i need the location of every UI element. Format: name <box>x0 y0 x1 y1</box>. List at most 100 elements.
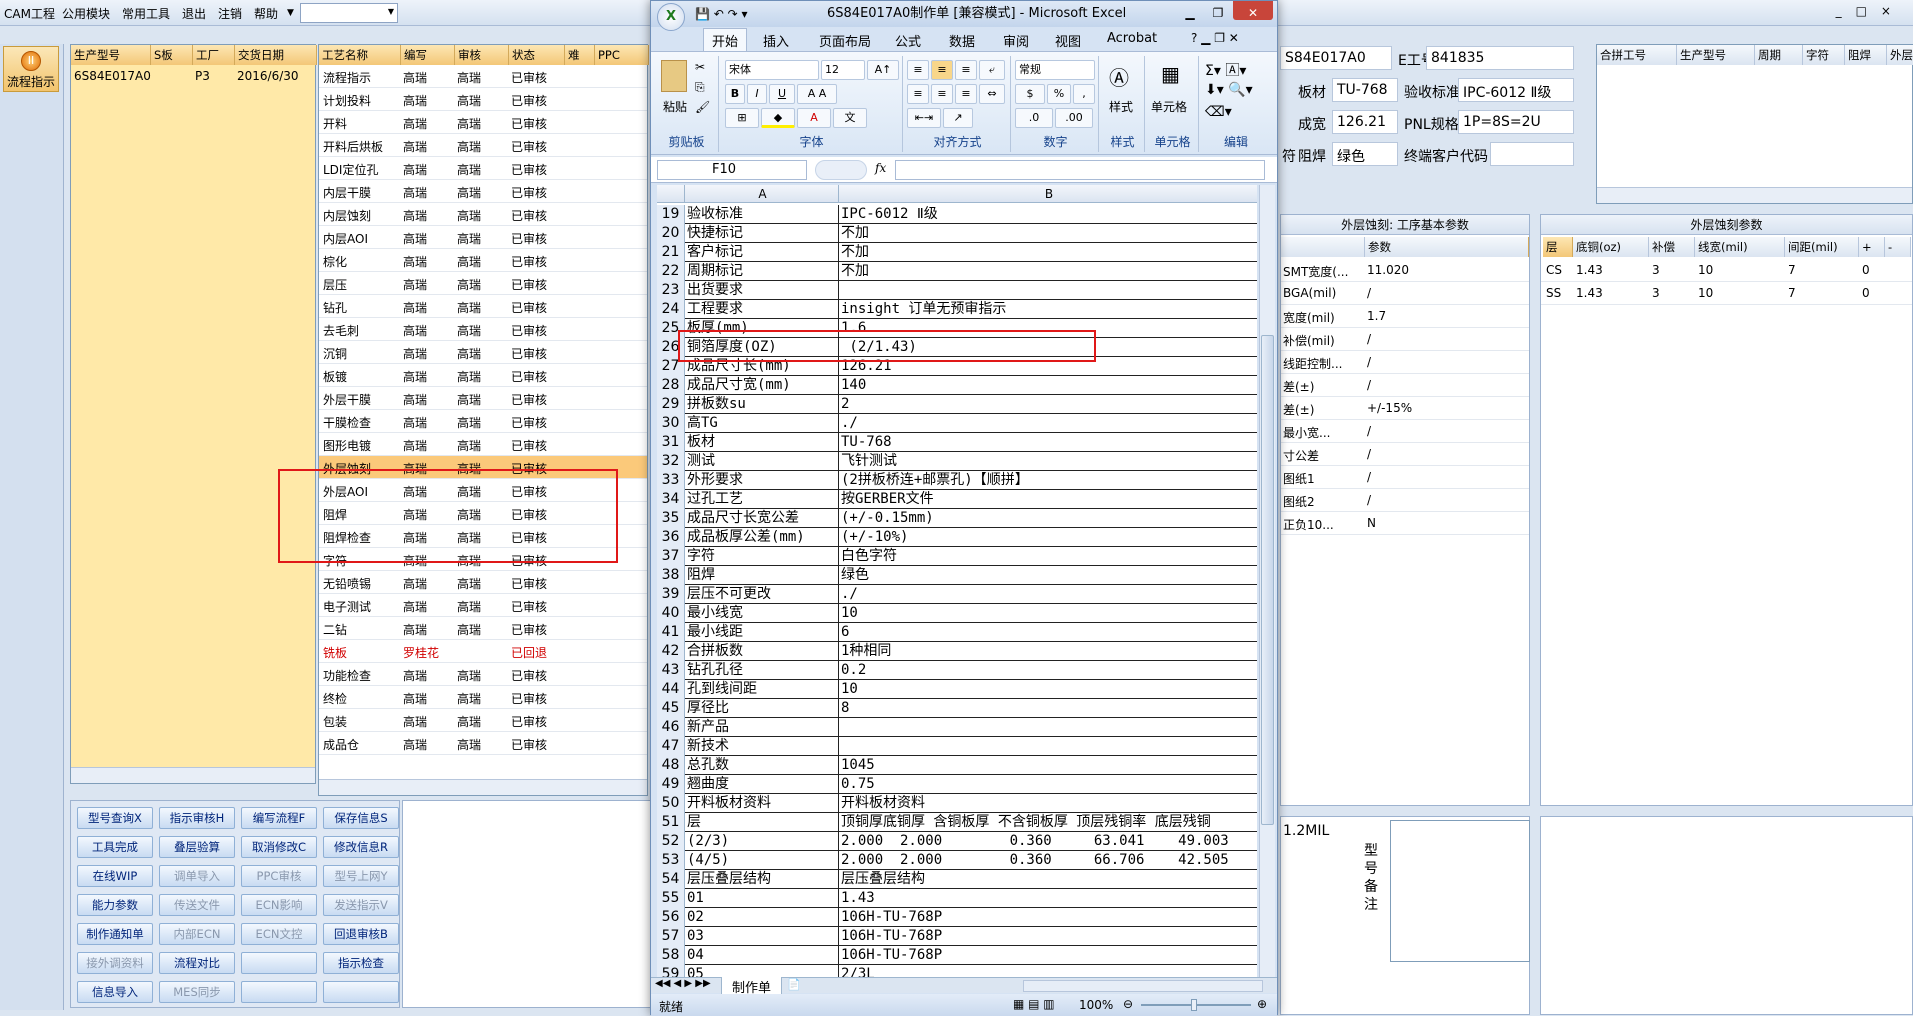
sheet-row[interactable]: 51 层顶铜厚底铜厚 含铜板厚 不含铜板厚 顶层残铜率 底层残铜 <box>657 813 1257 832</box>
sheet-row[interactable]: 40 最小线宽 10 <box>657 604 1257 623</box>
cells-icon[interactable]: ▦ <box>1161 62 1180 86</box>
sheet-row[interactable]: 33 外形要求 (2拼板桥连+邮票孔)【顺拼】 <box>657 471 1257 490</box>
cell-b[interactable] <box>841 737 1257 756</box>
table-row[interactable]: 棕化 高瑞 高瑞 已审核 <box>319 249 647 272</box>
font-color-icon[interactable]: A <box>797 108 831 128</box>
sheet-row[interactable]: 37 字符 白色字符 <box>657 547 1257 566</box>
table-row[interactable]: 开料后烘板 高瑞 高瑞 已审核 <box>319 134 647 157</box>
action-button[interactable]: ECN影响 <box>241 894 317 916</box>
flow-instruction-button[interactable]: II 流程指示 <box>3 46 59 92</box>
cell-a[interactable]: 03 <box>687 927 839 946</box>
tab-view[interactable]: 视图 <box>1055 31 1081 50</box>
menu-cam[interactable]: CAM工程 <box>4 5 55 22</box>
menu-help[interactable]: 帮助 <box>254 5 278 22</box>
row-number[interactable]: 35 <box>657 509 685 528</box>
col-header[interactable]: 生产型号 <box>1677 45 1755 65</box>
table-row[interactable]: 差(±) +/-15% <box>1281 397 1529 420</box>
cell-a[interactable]: 合拼板数 <box>687 642 839 661</box>
font-grow-icon[interactable]: A↑ <box>867 60 899 80</box>
sheet-row[interactable]: 57 03 106H-TU-768P <box>657 927 1257 946</box>
col-header-author[interactable]: 编写 <box>401 45 455 65</box>
cell-b[interactable]: 开料板材资料 <box>841 794 1257 813</box>
sheet-row[interactable]: 46 新产品 <box>657 718 1257 737</box>
action-button[interactable]: 工具完成 <box>77 836 153 858</box>
table-row[interactable]: 流程指示 高瑞 高瑞 已审核 <box>319 65 647 88</box>
horizontal-scrollbar[interactable] <box>1023 980 1263 992</box>
cell-b[interactable]: 0.75 <box>841 775 1257 794</box>
table-row[interactable]: 成品仓 高瑞 高瑞 已审核 <box>319 732 647 755</box>
table-row[interactable]: 包装 高瑞 高瑞 已审核 <box>319 709 647 732</box>
sheet-row[interactable]: 59 05 2/3L <box>657 965 1257 977</box>
row-number[interactable]: 57 <box>657 927 685 946</box>
action-button[interactable] <box>323 981 399 1003</box>
cell-a[interactable]: 钻孔孔径 <box>687 661 839 680</box>
quick-access-icons[interactable]: 💾 ↶ ↷ ▾ <box>695 2 748 26</box>
table-row[interactable]: 图纸1 / <box>1281 466 1529 489</box>
col-header-ppc[interactable]: PPC <box>595 45 649 65</box>
cell-b[interactable]: 层压叠层结构 <box>841 870 1257 889</box>
cell-a[interactable]: 周期标记 <box>687 262 839 281</box>
cell-a[interactable]: 04 <box>687 946 839 965</box>
tab-data[interactable]: 数据 <box>949 31 975 50</box>
sheet-row[interactable]: 44 孔到线间距 10 <box>657 680 1257 699</box>
zoom-out-icon[interactable]: ⊖ <box>1123 997 1133 1011</box>
underline-icon[interactable]: U <box>769 84 795 104</box>
col-header-a[interactable]: A <box>687 185 839 203</box>
table-row[interactable]: 内层蚀刻 高瑞 高瑞 已审核 <box>319 203 647 226</box>
cell-b[interactable]: 按GERBER文件 <box>841 490 1257 509</box>
table-row[interactable]: 图形电镀 高瑞 高瑞 已审核 <box>319 433 647 456</box>
table-row[interactable]: 内层干膜 高瑞 高瑞 已审核 <box>319 180 647 203</box>
cell-b[interactable]: 10 <box>841 604 1257 623</box>
fill-icon[interactable]: ⬇▾ 🔍▾ <box>1205 82 1253 98</box>
horizontal-scrollbar[interactable] <box>71 767 315 783</box>
table-row[interactable]: LDI定位孔 高瑞 高瑞 已审核 <box>319 157 647 180</box>
row-number[interactable]: 42 <box>657 642 685 661</box>
sheet-row[interactable]: 31 板材 TU-768 <box>657 433 1257 452</box>
cell-b[interactable] <box>841 281 1257 300</box>
close-icon[interactable]: ✕ <box>1233 1 1273 20</box>
cut-icon[interactable]: ✂ <box>695 60 705 74</box>
row-number[interactable]: 36 <box>657 528 685 547</box>
table-row[interactable]: 外层干膜 高瑞 高瑞 已审核 <box>319 387 647 410</box>
formula-buttons[interactable] <box>815 160 867 180</box>
action-button[interactable]: 流程对比 <box>159 952 235 974</box>
customer-code-field[interactable] <box>1490 142 1574 166</box>
select-all-corner[interactable] <box>657 185 685 203</box>
new-sheet-icon[interactable]: 📄 <box>787 978 801 991</box>
cell-a[interactable]: 板材 <box>687 433 839 452</box>
row-number[interactable]: 43 <box>657 661 685 680</box>
menu-public-module[interactable]: 公用模块 <box>62 5 110 22</box>
row-number[interactable]: 50 <box>657 794 685 813</box>
col-header[interactable]: 周期 <box>1755 45 1803 65</box>
row-number[interactable]: 45 <box>657 699 685 718</box>
view-buttons[interactable]: ▦ ▤ ▥ <box>1013 997 1055 1011</box>
cell-b[interactable]: insight 订单无预审指示 <box>841 300 1257 319</box>
sheet-row[interactable]: 39 层压不可更改 ./ <box>657 585 1257 604</box>
menu-chevron-icon[interactable]: ▼ <box>287 8 294 18</box>
cell-b[interactable]: 106H-TU-768P <box>841 946 1257 965</box>
sheet-row[interactable]: 32 测试 飞针测试 <box>657 452 1257 471</box>
cell-b[interactable]: 不加 <box>841 243 1257 262</box>
sheet-row[interactable]: 41 最小线距 6 <box>657 623 1257 642</box>
cell-a[interactable]: 总孔数 <box>687 756 839 775</box>
sheet-row[interactable]: 23 出货要求 <box>657 281 1257 300</box>
action-button[interactable]: 能力参数 <box>77 894 153 916</box>
menu-dropdown[interactable]: ▼ <box>300 3 398 23</box>
cells-button[interactable]: 单元格 <box>1151 98 1187 115</box>
row-number[interactable]: 41 <box>657 623 685 642</box>
col-header[interactable]: + <box>1859 237 1885 257</box>
cell-b[interactable]: 0.2 <box>841 661 1257 680</box>
cell-b[interactable]: 8 <box>841 699 1257 718</box>
align-right-icon[interactable]: ≡ <box>955 84 977 104</box>
italic-icon[interactable]: I <box>747 84 767 104</box>
pnl-field[interactable]: 1P=8S=2U <box>1458 110 1574 134</box>
sheet-row[interactable]: 47 新技术 <box>657 737 1257 756</box>
format-painter-icon[interactable]: 🖌 <box>695 100 710 114</box>
cell-a[interactable]: 最小线距 <box>687 623 839 642</box>
decrease-decimal-icon[interactable]: .00 <box>1055 108 1093 128</box>
table-row[interactable]: 电子测试 高瑞 高瑞 已审核 <box>319 594 647 617</box>
cell-a[interactable]: 孔到线间距 <box>687 680 839 699</box>
action-button[interactable]: PPC审核 <box>241 865 317 887</box>
worksheet[interactable]: A B 19 验收标准 IPC-6012 Ⅱ级 20 快捷标记 不加 21 客户标记 不加 22 周… <box>657 185 1257 977</box>
sheet-row[interactable]: 48 总孔数 1045 <box>657 756 1257 775</box>
